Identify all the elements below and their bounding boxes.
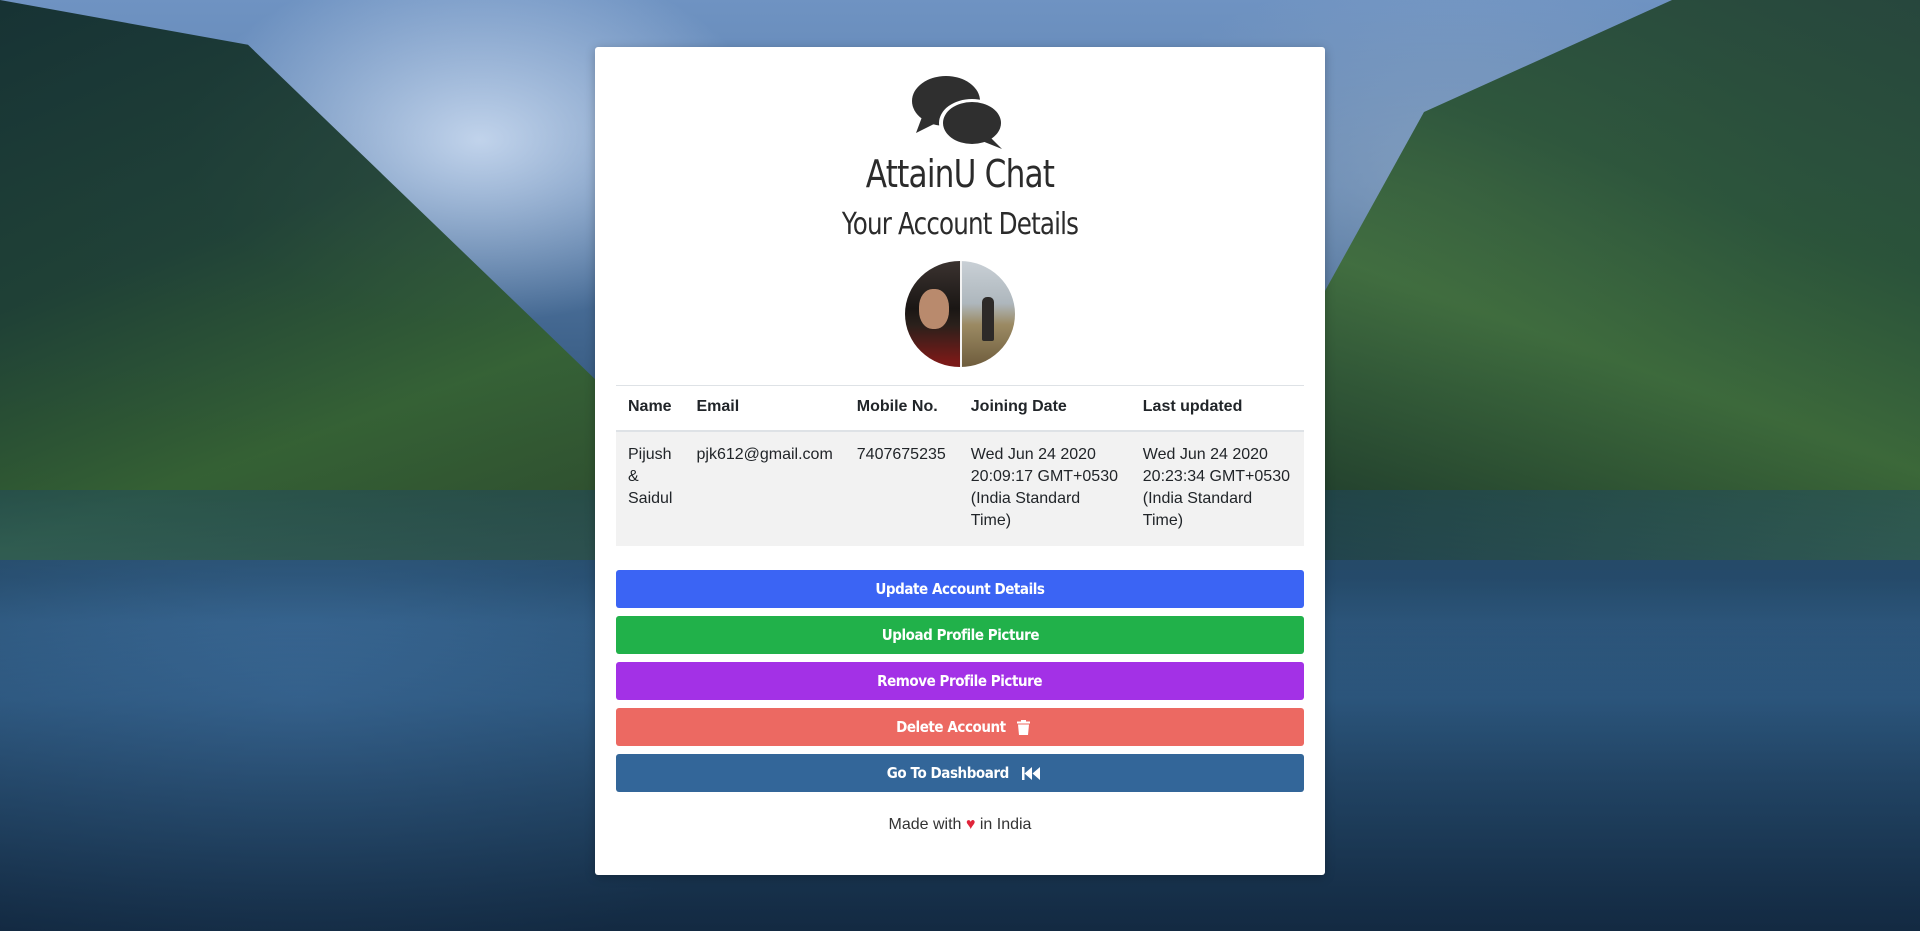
account-card: AttainU Chat Your Account Details Name E… [595, 47, 1325, 875]
app-title: AttainU Chat [865, 152, 1055, 196]
update-account-button[interactable]: Update Account Details [616, 570, 1304, 608]
cell-joining-date: Wed Jun 24 2020 20:09:17 GMT+0530 (India… [958, 431, 1131, 546]
avatar [905, 261, 1015, 367]
cell-mobile: 7407675235 [844, 431, 959, 546]
backward-icon [1021, 766, 1040, 780]
delete-account-button[interactable]: Delete Account [616, 708, 1304, 746]
footer-credit: Made with ♥ in India [888, 816, 1032, 833]
header-joining-date: Joining Date [958, 385, 1131, 432]
remove-profile-picture-button[interactable]: Remove Profile Picture [616, 662, 1304, 700]
cell-email: pjk612@gmail.com [684, 431, 845, 546]
cell-name: Pijush & Saidul [616, 431, 685, 546]
cell-last-updated: Wed Jun 24 2020 20:23:34 GMT+0530 (India… [1130, 431, 1304, 546]
upload-profile-picture-button[interactable]: Upload Profile Picture [616, 616, 1304, 654]
header-mobile: Mobile No. [844, 385, 959, 432]
account-details-table: Name Email Mobile No. Joining Date Last … [616, 385, 1304, 546]
avatar-photo-left [905, 261, 960, 367]
header-name: Name [616, 385, 685, 432]
header-last-updated: Last updated [1130, 385, 1304, 432]
page-subtitle: Your Account Details [841, 207, 1079, 242]
table-row: Pijush & Saidul pjk612@gmail.com 7407675… [616, 431, 1304, 546]
trash-icon [1017, 719, 1031, 735]
header-email: Email [684, 385, 845, 432]
heart-icon: ♥ [965, 816, 976, 833]
background-forest-left [0, 0, 620, 560]
avatar-photo-right [959, 261, 1015, 367]
background-forest-right [1300, 0, 1920, 560]
table-header-row: Name Email Mobile No. Joining Date Last … [616, 385, 1304, 432]
comments-icon [912, 76, 1005, 149]
go-to-dashboard-button[interactable]: Go To Dashboard [616, 754, 1304, 792]
